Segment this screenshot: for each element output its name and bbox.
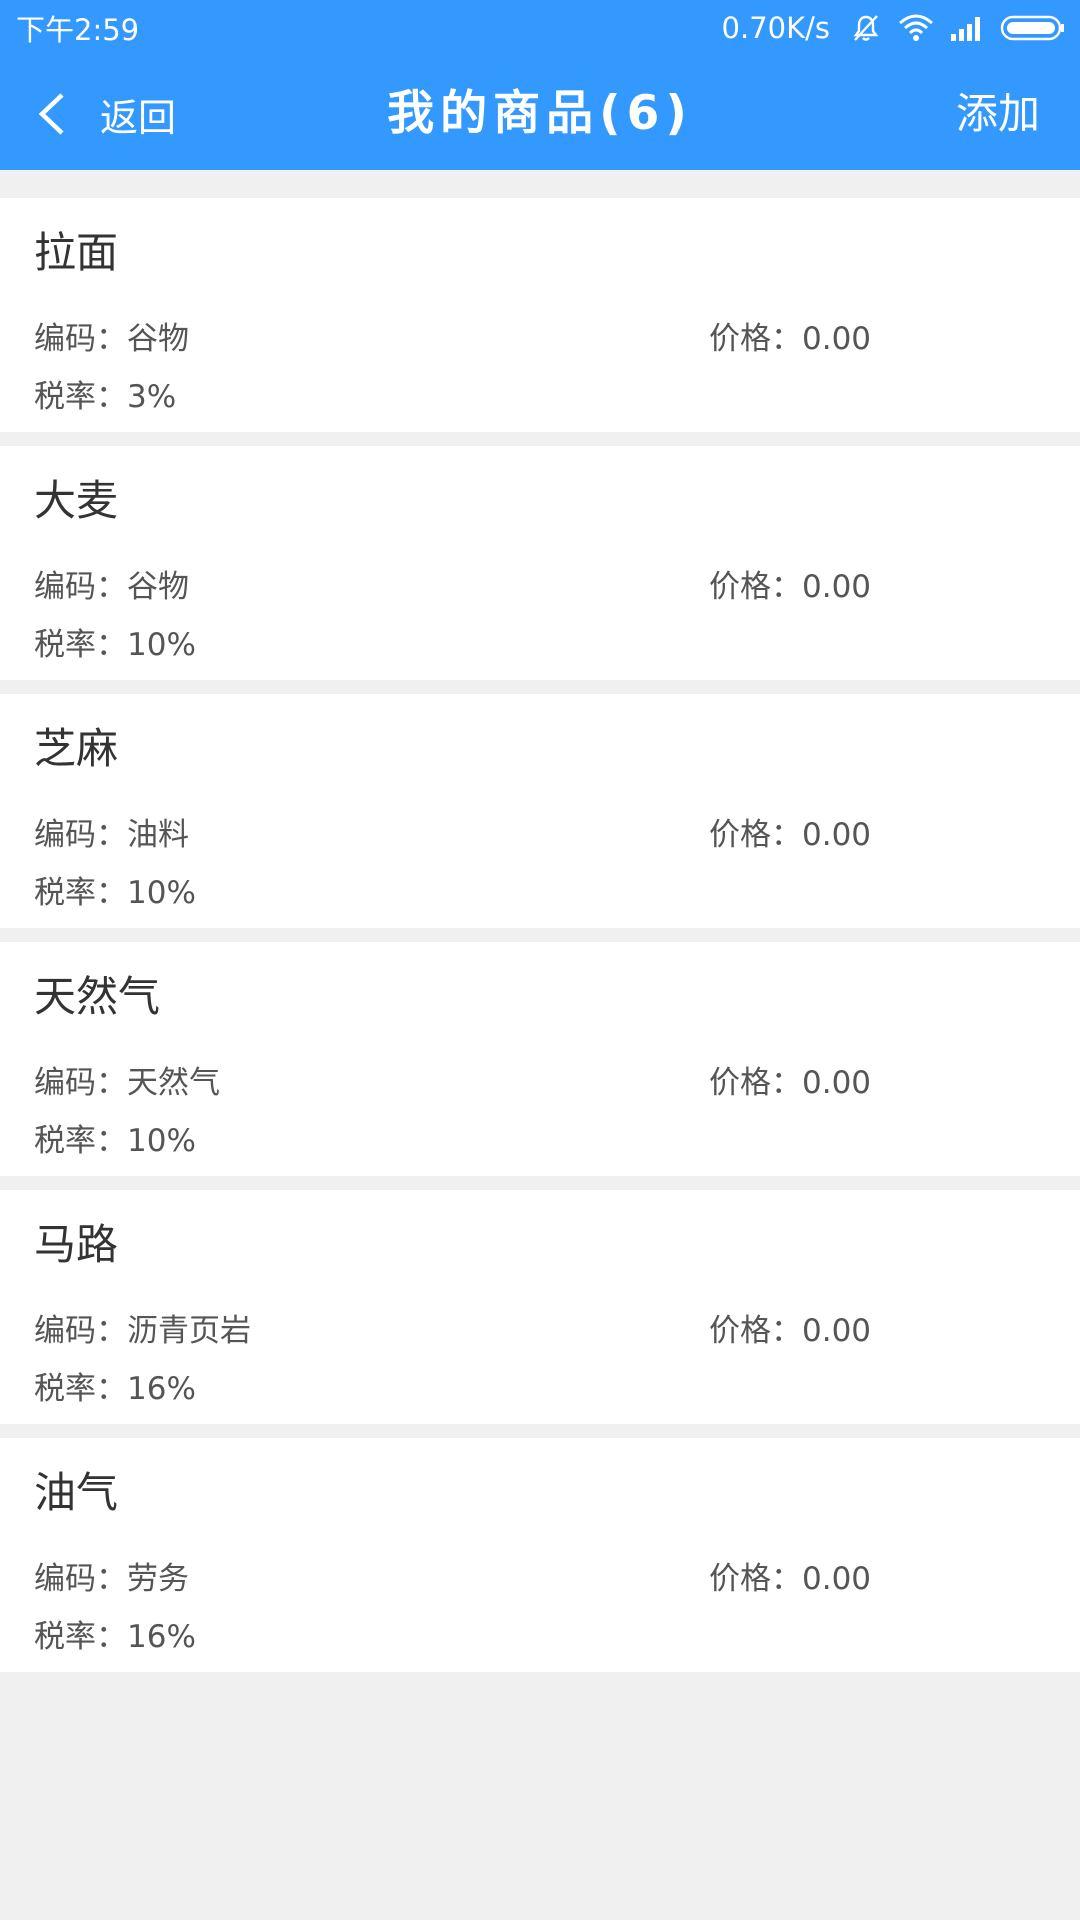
tax-value: 16% xyxy=(127,1371,196,1407)
tax-label: 税率： xyxy=(34,1619,127,1655)
product-code: 编码：油料 xyxy=(34,815,189,855)
status-indicators: 0.70K/s xyxy=(722,11,1066,45)
product-price: 价格：0.00 xyxy=(709,1311,871,1351)
tax-value: 3% xyxy=(127,379,177,415)
product-name: 马路 xyxy=(34,1220,119,1269)
code-value: 谷物 xyxy=(127,569,189,605)
code-value: 油料 xyxy=(127,817,189,853)
code-label: 编码： xyxy=(34,1561,127,1597)
tax-label: 税率： xyxy=(34,1371,127,1407)
code-value: 谷物 xyxy=(127,321,189,357)
tax-value: 10% xyxy=(127,1123,196,1159)
code-value: 劳务 xyxy=(127,1561,189,1597)
code-label: 编码： xyxy=(34,817,127,853)
product-list: 拉面 编码：谷物 价格：0.00 税率：3% 大麦 编码：谷物 价格：0.00 … xyxy=(0,198,1080,1686)
product-price: 价格：0.00 xyxy=(709,319,871,359)
product-tax: 税率：10% xyxy=(34,1121,196,1161)
price-label: 价格： xyxy=(709,1313,802,1349)
tax-value: 10% xyxy=(127,875,196,911)
product-code: 编码：谷物 xyxy=(34,567,189,607)
product-name: 拉面 xyxy=(34,228,119,277)
code-label: 编码： xyxy=(34,569,127,605)
status-bar: 下午2:59 0.70K/s xyxy=(0,0,1080,56)
product-price: 价格：0.00 xyxy=(709,1559,871,1599)
price-label: 价格： xyxy=(709,817,802,853)
tax-label: 税率： xyxy=(34,875,127,911)
tax-value: 10% xyxy=(127,627,196,663)
code-label: 编码： xyxy=(34,321,127,357)
price-label: 价格： xyxy=(709,569,802,605)
price-label: 价格： xyxy=(709,1065,802,1101)
product-card[interactable]: 拉面 编码：谷物 价格：0.00 税率：3% xyxy=(0,198,1080,432)
code-value: 天然气 xyxy=(127,1065,220,1101)
code-label: 编码： xyxy=(34,1065,127,1101)
price-value: 0.00 xyxy=(802,817,872,853)
network-speed: 0.70K/s xyxy=(721,11,830,45)
product-code: 编码：沥青页岩 xyxy=(34,1311,251,1351)
product-name: 芝麻 xyxy=(34,724,119,773)
product-card[interactable]: 大麦 编码：谷物 价格：0.00 税率：10% xyxy=(0,446,1080,680)
price-label: 价格： xyxy=(709,1561,802,1597)
product-tax: 税率：16% xyxy=(34,1369,196,1409)
tax-label: 税率： xyxy=(34,627,127,663)
wifi-icon xyxy=(898,13,934,43)
product-card[interactable]: 芝麻 编码：油料 价格：0.00 税率：10% xyxy=(0,694,1080,928)
app-bar: 返回 我的商品(6) 添加 xyxy=(0,56,1080,170)
product-card[interactable]: 天然气 编码：天然气 价格：0.00 税率：10% xyxy=(0,942,1080,1176)
vibrate-mute-icon xyxy=(850,12,882,44)
product-name: 大麦 xyxy=(34,476,119,525)
battery-icon xyxy=(1000,14,1066,42)
price-value: 0.00 xyxy=(802,1561,872,1597)
product-card[interactable]: 油气 编码：劳务 价格：0.00 税率：16% xyxy=(0,1438,1080,1672)
code-value: 沥青页岩 xyxy=(127,1313,251,1349)
product-tax: 税率：10% xyxy=(34,625,196,665)
product-card[interactable]: 马路 编码：沥青页岩 价格：0.00 税率：16% xyxy=(0,1190,1080,1424)
code-label: 编码： xyxy=(34,1313,127,1349)
product-code: 编码：天然气 xyxy=(34,1063,220,1103)
price-label: 价格： xyxy=(709,321,802,357)
product-tax: 税率：3% xyxy=(34,377,176,417)
product-tax: 税率：10% xyxy=(34,873,196,913)
product-price: 价格：0.00 xyxy=(709,567,871,607)
product-name: 天然气 xyxy=(34,972,161,1021)
tax-label: 税率： xyxy=(34,379,127,415)
product-code: 编码：劳务 xyxy=(34,1559,189,1599)
product-price: 价格：0.00 xyxy=(709,815,871,855)
product-price: 价格：0.00 xyxy=(709,1063,871,1103)
price-value: 0.00 xyxy=(802,1065,872,1101)
signal-icon xyxy=(950,14,984,42)
product-code: 编码：谷物 xyxy=(34,319,189,359)
price-value: 0.00 xyxy=(802,321,872,357)
price-value: 0.00 xyxy=(802,1313,872,1349)
status-time: 下午2:59 xyxy=(16,13,140,47)
product-name: 油气 xyxy=(34,1468,119,1517)
price-value: 0.00 xyxy=(802,569,872,605)
tax-label: 税率： xyxy=(34,1123,127,1159)
tax-value: 16% xyxy=(127,1619,196,1655)
add-button[interactable]: 添加 xyxy=(956,84,1040,144)
page-title: 我的商品(6) xyxy=(387,86,693,141)
product-tax: 税率：16% xyxy=(34,1617,196,1657)
